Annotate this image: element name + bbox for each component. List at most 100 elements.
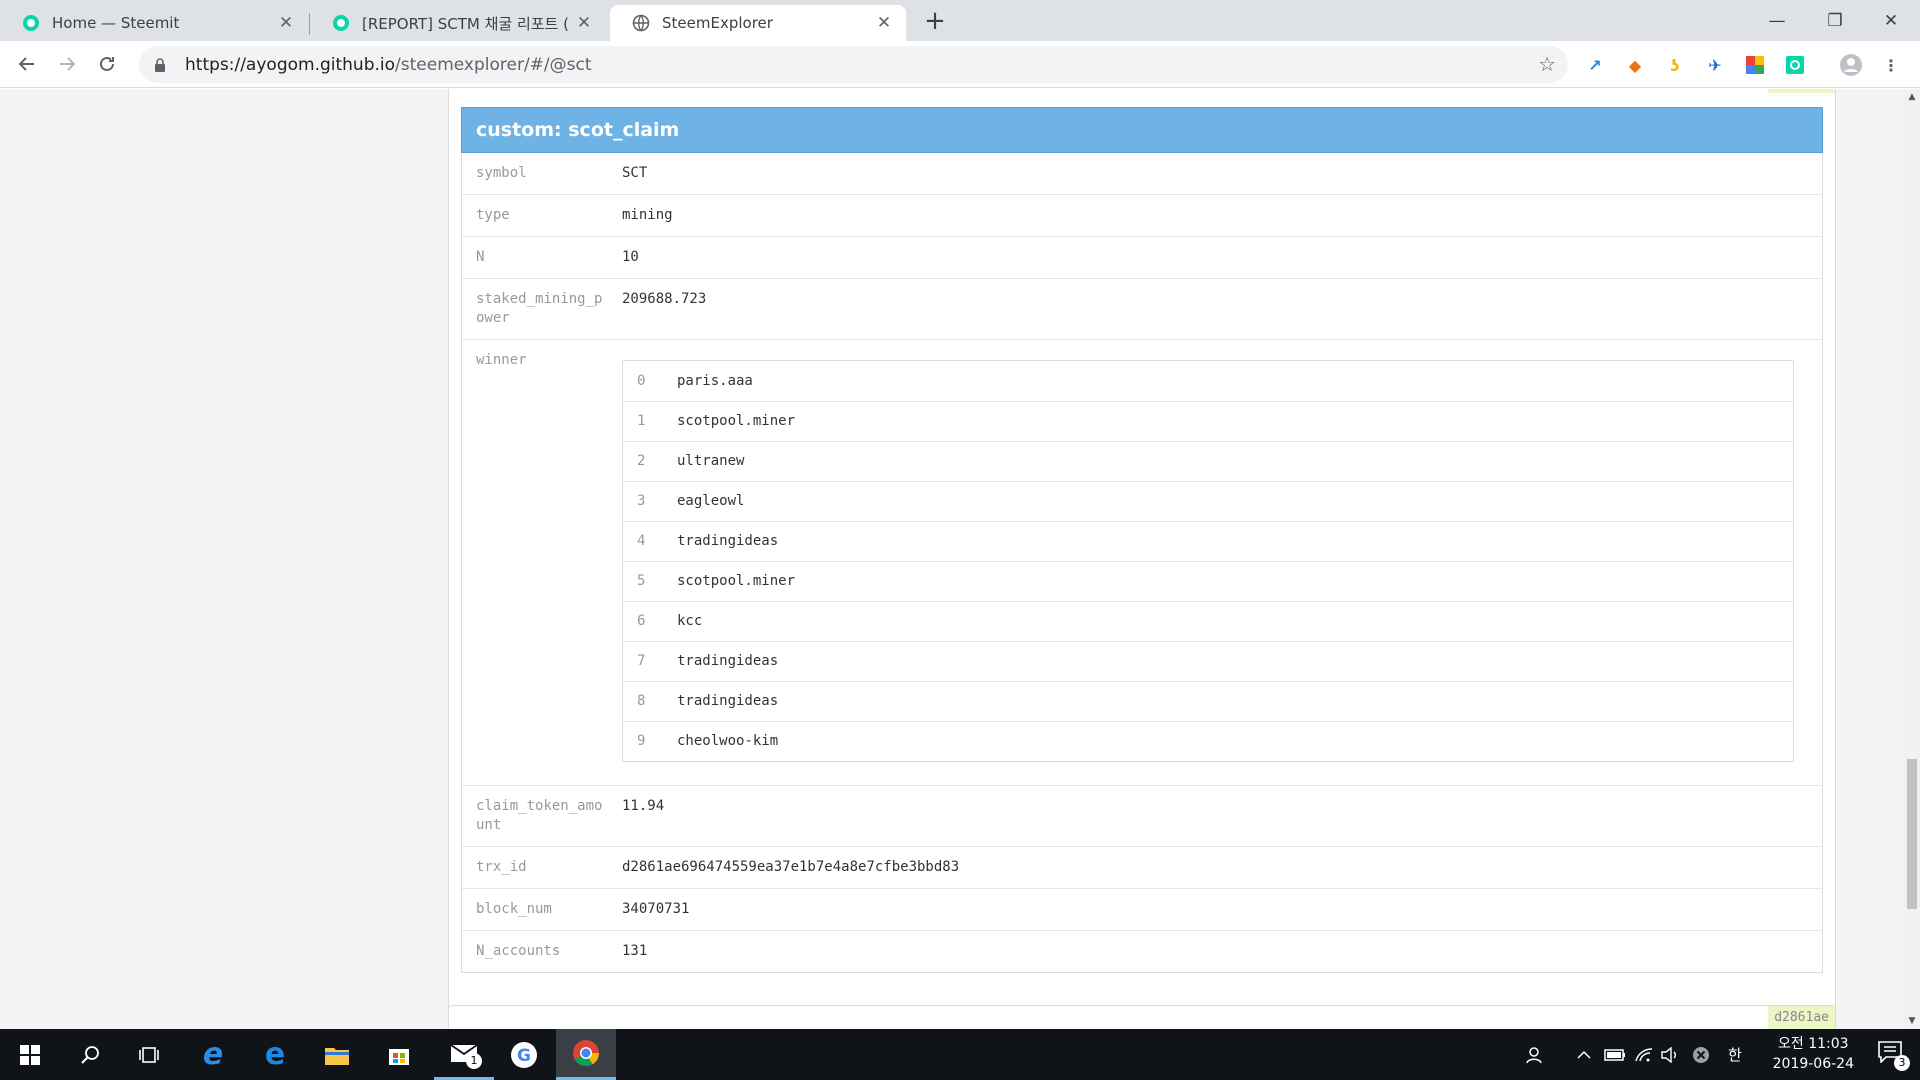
winner-row: 0 paris.aaa	[623, 361, 1793, 401]
tab-steemexplorer[interactable]: SteemExplorer ✕	[610, 5, 906, 41]
people-icon[interactable]	[1526, 1029, 1546, 1080]
search-icon[interactable]	[60, 1029, 120, 1080]
battery-icon[interactable]	[1604, 1029, 1626, 1080]
tab-title: [REPORT] SCTM 채굴 리포트 ( A	[362, 14, 568, 33]
back-icon[interactable]	[12, 49, 42, 79]
address-bar[interactable]: https://ayogom.github.io/steemexplorer/#…	[139, 46, 1568, 83]
internet-explorer-icon[interactable]: e	[183, 1029, 243, 1080]
chrome-icon[interactable]	[556, 1029, 616, 1080]
tab-report[interactable]: [REPORT] SCTM 채굴 리포트 ( A ✕	[310, 5, 606, 41]
bookmark-star-icon[interactable]: ☆	[1538, 52, 1556, 76]
google-icon[interactable]: G	[494, 1029, 554, 1080]
winner-index: 7	[637, 653, 646, 669]
ime-indicator[interactable]: 한	[1728, 1029, 1742, 1080]
close-tab-icon[interactable]: ✕	[576, 13, 592, 33]
winner-name: paris.aaa	[677, 372, 753, 389]
close-tab-icon[interactable]: ✕	[278, 13, 294, 33]
edge-icon[interactable]: e	[245, 1029, 305, 1080]
field-value: 131	[622, 943, 648, 959]
window-close-icon[interactable]: ✕	[1862, 0, 1920, 41]
tab-title: Home — Steemit	[52, 14, 180, 32]
scroll-thumb[interactable]	[1907, 759, 1917, 909]
trx-short-tag[interactable]: d2861ae	[1768, 1006, 1835, 1029]
extension-icon[interactable]: ʖ	[1664, 54, 1686, 76]
winner-index: 3	[637, 493, 646, 509]
field-value: 0 paris.aaa 1 scotpool.miner 2 ultranew 3 eagle…	[622, 340, 1822, 785]
store-icon[interactable]	[369, 1029, 429, 1080]
url-path: /steemexplorer/#/@sct	[395, 54, 592, 75]
operation-card: 60d4170 custom: scot_claim symbol SCT ty…	[448, 89, 1836, 1029]
metamask-icon[interactable]: ◆	[1624, 54, 1646, 76]
field-row: type mining	[462, 194, 1822, 236]
trx-short-tag[interactable]: 60d4170	[1768, 89, 1835, 93]
winner-table: 0 paris.aaa 1 scotpool.miner 2 ultranew 3 eagle…	[622, 360, 1794, 762]
winner-name: ultranew	[677, 453, 745, 469]
field-key: N_accounts	[476, 943, 561, 959]
winner-row: 9 cheolwoo-kim	[623, 721, 1793, 761]
tab-title: SteemExplorer	[662, 14, 773, 32]
action-center-icon[interactable]: 3	[1878, 1041, 1910, 1071]
tab-steemit-home[interactable]: Home — Steemit ✕	[0, 5, 308, 41]
field-key: type	[476, 207, 510, 223]
winner-index: 1	[637, 413, 646, 429]
scroll-up-icon[interactable]: ▲	[1904, 89, 1920, 105]
winner-index: 9	[637, 733, 646, 749]
page-scrollbar[interactable]: ▲ ▼	[1904, 89, 1920, 1029]
task-view-icon[interactable]	[120, 1029, 180, 1080]
reload-icon[interactable]	[92, 49, 122, 79]
field-key: symbol	[476, 165, 527, 181]
menu-kebab-icon[interactable]: ⋮	[1880, 54, 1902, 76]
winner-name: tradingideas	[677, 693, 779, 709]
scroll-down-icon[interactable]: ▼	[1904, 1013, 1920, 1029]
volume-icon[interactable]	[1660, 1029, 1680, 1080]
winner-row: 8 tradingideas	[623, 681, 1793, 721]
extension-icon[interactable]: ✈	[1704, 54, 1726, 76]
winner-index: 0	[637, 372, 646, 389]
taskbar-clock[interactable]: 오전 11:03 2019-06-24	[1773, 1034, 1854, 1074]
winner-name: kcc	[677, 613, 703, 629]
chevron-up-icon[interactable]	[1576, 1029, 1592, 1080]
close-tab-icon[interactable]: ✕	[876, 13, 892, 33]
winner-row: 3 eagleowl	[623, 481, 1793, 521]
field-row: N_accounts 131	[462, 930, 1822, 972]
winner-index: 6	[637, 613, 646, 629]
windows-start-icon[interactable]	[0, 1029, 60, 1080]
steemit-extension-icon[interactable]	[1784, 54, 1806, 76]
field-row-winner: winner 0 paris.aaa 1 scotpool.miner 2 ultrane…	[462, 339, 1822, 785]
new-tab-button[interactable]: +	[921, 6, 949, 36]
field-key: trx_id	[476, 859, 527, 875]
field-row: staked_mining_power 209688.723	[462, 278, 1822, 339]
field-value: 11.94	[622, 798, 665, 814]
steemit-icon	[23, 15, 39, 31]
field-row: trx_id d2861ae696474559ea37e1b7e4a8e7cfb…	[462, 846, 1822, 888]
forward-icon[interactable]	[52, 49, 82, 79]
winner-row: 6 kcc	[623, 601, 1793, 641]
extension-icon[interactable]: ↗	[1584, 54, 1606, 76]
clock-time: 오전 11:03	[1778, 1036, 1849, 1052]
minimize-icon[interactable]: —	[1748, 0, 1806, 41]
url-host: https://ayogom.github.io	[185, 54, 396, 75]
winner-name: tradingideas	[677, 653, 779, 669]
winner-row: 1 scotpool.miner	[623, 401, 1793, 441]
clock-date: 2019-06-24	[1772, 1056, 1854, 1072]
operation-fields: symbol SCT type mining N 10 staked_minin…	[461, 153, 1823, 973]
winner-name: eagleowl	[677, 493, 745, 509]
mail-badge: 1	[466, 1053, 482, 1069]
field-key: winner	[476, 352, 527, 368]
winner-index: 2	[637, 453, 646, 469]
profile-avatar-icon[interactable]	[1840, 54, 1862, 76]
tab-bar: Home — Steemit ✕ [REPORT] SCTM 채굴 리포트 ( …	[0, 0, 1920, 41]
winner-index: 4	[637, 533, 646, 549]
field-key: claim_token_amount	[476, 798, 603, 833]
restore-icon[interactable]: ❐	[1806, 0, 1864, 41]
network-error-icon[interactable]	[1692, 1029, 1710, 1080]
field-value: 10	[622, 249, 639, 265]
mail-icon[interactable]: 1	[434, 1029, 494, 1080]
winner-row: 7 tradingideas	[623, 641, 1793, 681]
field-value: 209688.723	[622, 291, 707, 307]
extension-icon[interactable]	[1744, 54, 1766, 76]
file-explorer-icon[interactable]	[307, 1029, 367, 1080]
svg-text:G: G	[517, 1046, 531, 1066]
field-row: symbol SCT	[462, 153, 1822, 194]
wifi-icon[interactable]	[1634, 1029, 1654, 1080]
